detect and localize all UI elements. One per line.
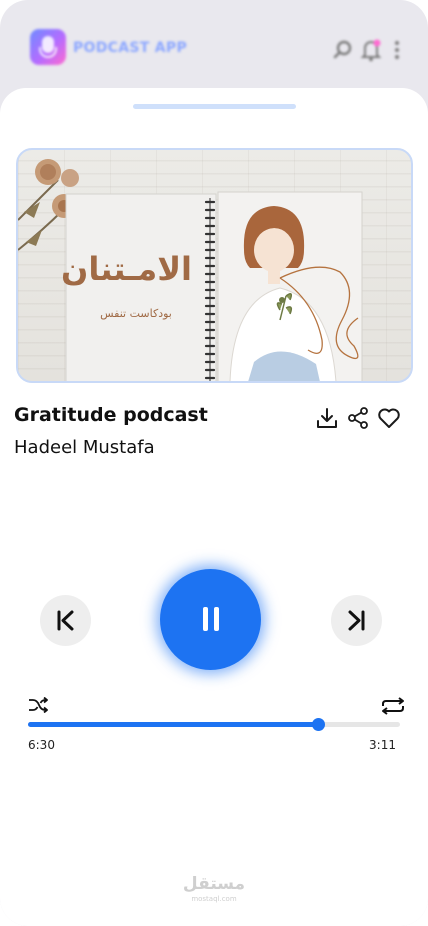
progress-fill <box>28 722 319 727</box>
more-vertical-icon[interactable] <box>393 40 401 60</box>
track-title: Gratitude podcast <box>14 404 208 426</box>
app-title: PODCAST APP <box>73 40 188 56</box>
app-header: PODCAST APP <box>0 0 428 100</box>
drag-handle[interactable] <box>133 104 296 109</box>
search-icon[interactable] <box>333 40 353 60</box>
watermark-logo: مستقل mostaql.com <box>180 874 248 903</box>
shuffle-icon[interactable] <box>28 697 48 713</box>
pause-icon <box>214 607 219 631</box>
phone-frame: PODCAST APP الامـتنان بودكاست تنفس Grati… <box>0 0 428 926</box>
previous-button[interactable] <box>40 595 91 646</box>
next-icon <box>348 610 365 631</box>
next-button[interactable] <box>331 595 382 646</box>
heart-icon[interactable] <box>377 406 401 430</box>
total-duration: 3:11 <box>369 738 396 752</box>
progress-bar[interactable] <box>28 718 400 731</box>
download-icon[interactable] <box>315 406 339 430</box>
cover-title: الامـتنان <box>61 250 192 288</box>
previous-icon <box>57 610 74 631</box>
notebook-spiral <box>204 198 216 381</box>
bell-icon[interactable] <box>360 38 382 62</box>
player-sheet: الامـتنان بودكاست تنفس Gratitude podcast… <box>0 88 428 926</box>
repeat-icon[interactable] <box>380 697 406 715</box>
progress-handle[interactable] <box>312 718 326 731</box>
microphone-stand <box>39 47 57 58</box>
cover-subtitle: بودكاست تنفس <box>100 307 172 320</box>
pause-icon <box>203 607 208 631</box>
watermark-arabic: مستقل <box>182 874 246 894</box>
pause-button[interactable] <box>160 569 261 670</box>
elapsed-time: 6:30 <box>28 738 55 752</box>
share-icon[interactable] <box>346 406 370 430</box>
watermark-latin: mostaql.com <box>191 895 237 903</box>
app-logo <box>30 29 66 65</box>
track-artist: Hadeel Mustafa <box>14 437 155 458</box>
podcast-cover-art: الامـتنان بودكاست تنفس <box>16 148 413 383</box>
